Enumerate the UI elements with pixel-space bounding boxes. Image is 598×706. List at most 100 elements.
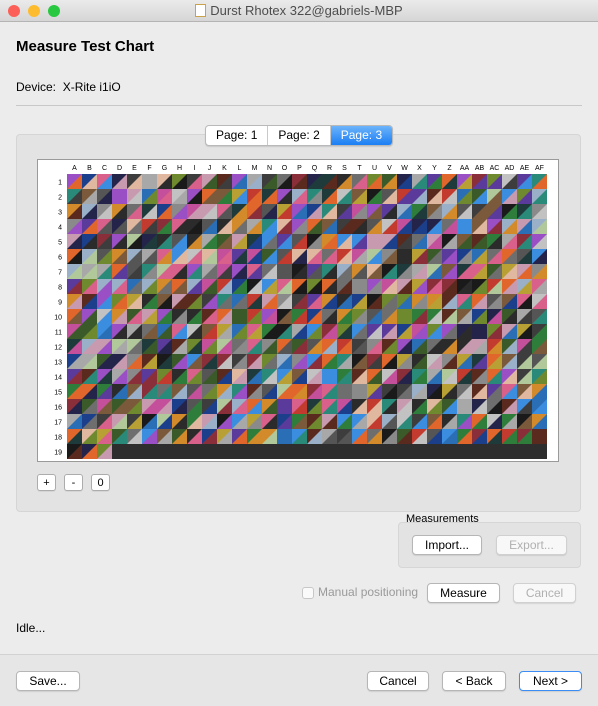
column-label: W — [401, 165, 408, 172]
row-label: 6 — [58, 255, 62, 262]
zoom-in-button[interactable]: + — [37, 474, 56, 491]
empty-patch — [472, 444, 487, 459]
window-title-group: Durst Rhotex 322@gabriels-MBP — [0, 3, 598, 18]
tab-page-3[interactable]: Page: 3 — [330, 126, 393, 145]
row-label: 4 — [58, 225, 62, 232]
row-label: 7 — [58, 270, 62, 277]
column-label: D — [117, 165, 122, 172]
row-label: 13 — [54, 360, 62, 367]
cancel-measure-button[interactable]: Cancel — [513, 583, 576, 603]
empty-patch — [412, 444, 427, 459]
column-label: R — [327, 165, 332, 172]
separator — [16, 105, 582, 106]
empty-patch — [292, 444, 307, 459]
empty-patch — [202, 444, 217, 459]
column-label: U — [372, 165, 377, 172]
measure-button[interactable]: Measure — [427, 583, 500, 603]
window-title: Durst Rhotex 322@gabriels-MBP — [210, 3, 403, 18]
device-row: Device: X-Rite i1iO — [16, 80, 121, 94]
column-label: M — [252, 165, 258, 172]
empty-patch — [172, 444, 187, 459]
row-label: 15 — [54, 390, 62, 397]
next-button[interactable]: Next > — [519, 671, 582, 691]
column-label: S — [342, 165, 347, 172]
column-label: C — [102, 165, 107, 172]
device-label: Device: — [16, 80, 57, 94]
row-label: 2 — [58, 195, 62, 202]
empty-patch — [487, 444, 502, 459]
manual-positioning-label: Manual positioning — [318, 585, 419, 599]
import-button[interactable]: Import... — [412, 535, 482, 555]
column-label: E — [132, 165, 137, 172]
empty-patch — [157, 444, 172, 459]
document-icon — [195, 4, 207, 17]
empty-patch — [457, 444, 472, 459]
status-text: Idle... — [16, 621, 46, 635]
empty-patch — [232, 444, 247, 459]
column-label: Q — [312, 165, 318, 172]
measurements-group-label: Measurements — [406, 513, 479, 525]
empty-patch — [277, 444, 292, 459]
empty-patch — [442, 444, 457, 459]
column-label: G — [162, 165, 167, 172]
row-label: 18 — [54, 435, 62, 442]
title-bar: Durst Rhotex 322@gabriels-MBP — [0, 0, 598, 22]
row-label: 12 — [54, 345, 62, 352]
export-button[interactable]: Export... — [496, 535, 567, 555]
empty-patch — [322, 444, 337, 459]
column-label: AE — [520, 165, 530, 172]
empty-patch — [337, 444, 352, 459]
column-label: AD — [505, 165, 515, 172]
column-label: J — [208, 165, 212, 172]
row-label: 16 — [54, 405, 62, 412]
row-label: 14 — [54, 375, 62, 382]
column-label: AF — [535, 165, 544, 172]
empty-patch — [532, 444, 547, 459]
row-label: 9 — [58, 300, 62, 307]
empty-patch — [142, 444, 157, 459]
row-label: 17 — [54, 420, 62, 427]
empty-patch — [217, 444, 232, 459]
column-label: O — [282, 165, 288, 172]
row-label: 11 — [55, 330, 62, 337]
device-value: X-Rite i1iO — [62, 80, 121, 94]
column-label: Z — [447, 165, 452, 172]
row-label: 1 — [58, 180, 62, 187]
column-label: AB — [475, 165, 485, 172]
tab-page-2[interactable]: Page: 2 — [268, 126, 331, 145]
column-label: AC — [490, 165, 500, 172]
column-label: X — [417, 165, 422, 172]
empty-patch — [427, 444, 442, 459]
column-label: B — [87, 165, 92, 172]
tab-page-1[interactable]: Page: 1 — [206, 126, 269, 145]
empty-patch — [112, 444, 127, 459]
zoom-out-button[interactable]: - — [64, 474, 83, 491]
save-button[interactable]: Save... — [16, 671, 80, 691]
row-label: 8 — [58, 285, 62, 292]
empty-patch — [367, 444, 382, 459]
empty-patch — [502, 444, 517, 459]
row-label: 19 — [54, 450, 62, 457]
zoom-reset-button[interactable]: 0 — [91, 474, 110, 491]
column-label: N — [267, 165, 272, 172]
page-title: Measure Test Chart — [16, 38, 155, 55]
column-label: T — [357, 165, 362, 172]
empty-patch — [517, 444, 532, 459]
empty-patch — [187, 444, 202, 459]
page-selector: Page: 1 Page: 2 Page: 3 — [205, 125, 394, 146]
column-label: V — [387, 165, 392, 172]
cancel-button[interactable]: Cancel — [367, 671, 429, 691]
column-label: F — [147, 165, 151, 172]
column-label: K — [222, 165, 227, 172]
test-chart-svg: A B C D E F G H I J K L M N O P Q R S T U V W X Y Z AA AB AC AD AE AF12… — [54, 165, 547, 459]
back-button[interactable]: < Back — [442, 671, 506, 691]
row-label: 5 — [58, 240, 62, 247]
column-label: Y — [432, 165, 437, 172]
row-label: 3 — [58, 210, 62, 217]
column-label: L — [238, 165, 242, 172]
manual-positioning-checkbox[interactable] — [302, 587, 314, 599]
bottom-bar — [0, 654, 598, 706]
test-chart-view[interactable]: A B C D E F G H I J K L M N O P Q R S T U V W X Y Z AA AB AC AD AE AF 1 2… — [37, 159, 559, 462]
column-label: AA — [460, 165, 470, 172]
empty-patch — [307, 444, 322, 459]
